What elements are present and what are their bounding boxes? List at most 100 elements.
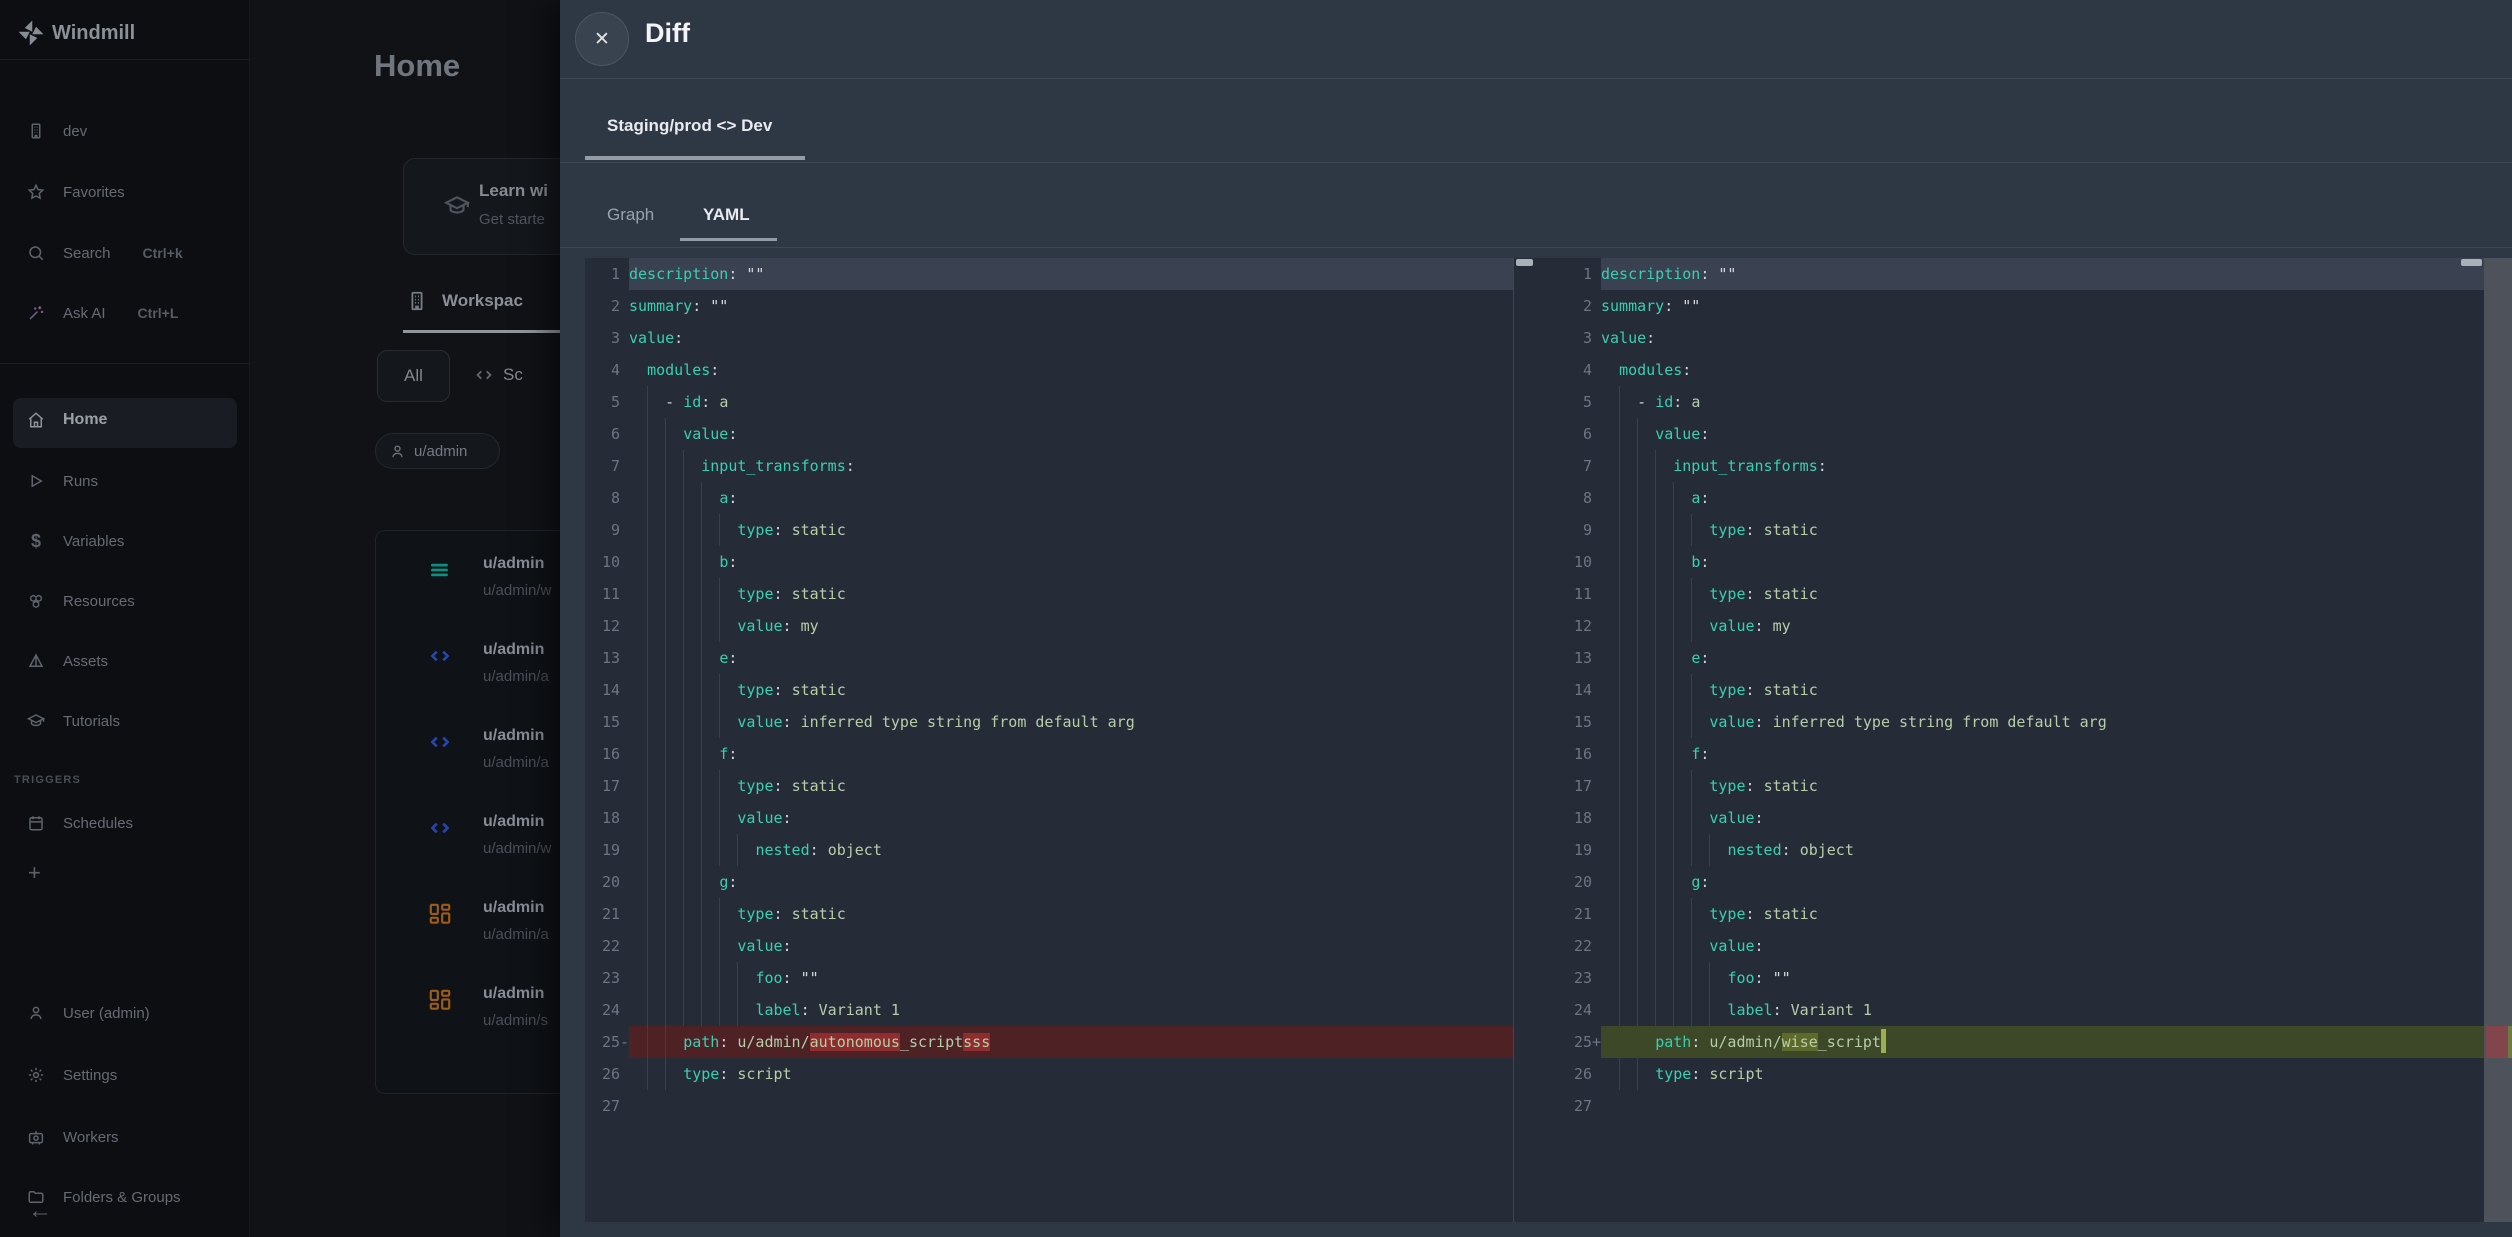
indent-guide bbox=[1637, 578, 1638, 610]
diff-pane-original[interactable]: 1description: ""2summary: ""3value:4 mod… bbox=[585, 258, 1513, 1222]
indent-guide bbox=[737, 962, 738, 994]
list-item-app[interactable]: u/adminu/admin/s bbox=[376, 971, 566, 1057]
line-number: 24 bbox=[585, 994, 629, 1026]
indent-guide bbox=[665, 546, 666, 578]
brand[interactable]: Windmill bbox=[16, 18, 135, 48]
calendar-icon bbox=[27, 814, 45, 832]
code-line: 13 e: bbox=[1535, 642, 2484, 674]
sidebar-item-user[interactable]: User (admin) bbox=[27, 1000, 150, 1026]
tab-workspace[interactable]: Workspac bbox=[406, 290, 523, 312]
indent-guide bbox=[701, 642, 702, 674]
sidebar-item-label: Search bbox=[63, 245, 111, 262]
indent-guide bbox=[1673, 546, 1674, 578]
indent-guide bbox=[701, 514, 702, 546]
deleted-line-marker bbox=[2486, 1026, 2508, 1058]
indent-guide bbox=[647, 386, 648, 418]
line-number: 9 bbox=[1535, 514, 1601, 546]
tab-yaml[interactable]: YAML bbox=[703, 205, 750, 225]
indent-guide bbox=[701, 770, 702, 802]
item-path: u/admin/a bbox=[483, 754, 549, 771]
line-number: 25+ bbox=[1535, 1026, 1601, 1058]
code-line: 25- path: u/admin/autonomous_scriptsss bbox=[585, 1026, 1513, 1058]
user-icon bbox=[27, 1004, 45, 1022]
indent-guide bbox=[1637, 770, 1638, 802]
play-icon bbox=[27, 472, 45, 490]
add-trigger-button[interactable]: + bbox=[28, 862, 41, 884]
indent-guide bbox=[1637, 962, 1638, 994]
line-number: 6 bbox=[585, 418, 629, 450]
code-line: 5 - id: a bbox=[585, 386, 1513, 418]
script-icon bbox=[427, 729, 453, 755]
indent-guide bbox=[647, 674, 648, 706]
collapse-sidebar-button[interactable]: ← bbox=[28, 1200, 52, 1222]
indent-guide bbox=[1691, 898, 1692, 930]
flow-icon bbox=[427, 557, 453, 583]
sidebar-item-schedules[interactable]: Schedules bbox=[27, 810, 133, 836]
indent-guide bbox=[701, 738, 702, 770]
indent-guide bbox=[1655, 770, 1656, 802]
sidebar-item-resources[interactable]: Resources bbox=[27, 588, 135, 614]
indent-guide bbox=[1619, 866, 1620, 898]
code-line: 13 e: bbox=[585, 642, 1513, 674]
indent-guide bbox=[1637, 546, 1638, 578]
line-number: 14 bbox=[585, 674, 629, 706]
sidebar-item-home[interactable]: Home bbox=[13, 398, 237, 448]
yaml-diff-editor: 1description: ""2summary: ""3value:4 mod… bbox=[560, 258, 2512, 1222]
line-number: 10 bbox=[585, 546, 629, 578]
sidebar-item-assets[interactable]: Assets bbox=[27, 648, 108, 674]
indent-guide bbox=[1673, 610, 1674, 642]
code-line: 1description: "" bbox=[585, 258, 1513, 290]
list-item-flow[interactable]: u/adminu/admin/w bbox=[376, 541, 566, 627]
tab-graph[interactable]: Graph bbox=[607, 205, 654, 225]
tab-staging-prod-dev[interactable]: Staging/prod <> Dev bbox=[607, 116, 772, 136]
sidebar-item-tutorials[interactable]: Tutorials bbox=[27, 708, 120, 734]
gear-icon bbox=[27, 1066, 45, 1084]
sidebar-item-workers[interactable]: Workers bbox=[27, 1124, 119, 1150]
scrollbar-thumb[interactable] bbox=[2461, 259, 2482, 266]
list-item-script[interactable]: u/adminu/admin/a bbox=[376, 627, 566, 713]
indent-guide bbox=[1637, 898, 1638, 930]
indent-guide bbox=[647, 898, 648, 930]
indent-guide bbox=[701, 706, 702, 738]
list-item-script[interactable]: u/adminu/admin/w bbox=[376, 799, 566, 885]
indent-guide bbox=[719, 994, 720, 1026]
indent-guide bbox=[1637, 450, 1638, 482]
indent-guide bbox=[1637, 1026, 1638, 1058]
indent-guide bbox=[683, 450, 684, 482]
line-number: 7 bbox=[1535, 450, 1601, 482]
code-line: 12 value: my bbox=[1535, 610, 2484, 642]
sidebar-item-ask-ai[interactable]: Ask AI Ctrl+L bbox=[27, 300, 178, 326]
indent-guide bbox=[647, 514, 648, 546]
owner-filter-chip[interactable]: u/admin bbox=[375, 433, 500, 469]
indent-guide bbox=[1673, 514, 1674, 546]
sidebar-item-runs[interactable]: Runs bbox=[27, 468, 98, 494]
filter-scripts-button[interactable]: Sc bbox=[473, 364, 523, 386]
shortcut-badge: Ctrl+L bbox=[138, 305, 179, 321]
sidebar-item-search[interactable]: Search Ctrl+k bbox=[27, 240, 183, 266]
list-item-script[interactable]: u/adminu/admin/a bbox=[376, 713, 566, 799]
close-button[interactable]: ✕ bbox=[575, 12, 629, 66]
scrollbar-thumb[interactable] bbox=[1516, 259, 1533, 266]
sidebar-item-favorites[interactable]: Favorites bbox=[27, 179, 125, 205]
code-line: 7 input_transforms: bbox=[585, 450, 1513, 482]
line-number: 7 bbox=[585, 450, 629, 482]
sidebar-item-settings[interactable]: Settings bbox=[27, 1062, 117, 1088]
tab-label: Workspac bbox=[442, 291, 523, 311]
indent-guide bbox=[701, 546, 702, 578]
indent-guide bbox=[701, 578, 702, 610]
code-line: 25+ path: u/admin/wise_script bbox=[1535, 1026, 2484, 1058]
sidebar-item-workspace[interactable]: dev bbox=[27, 118, 87, 144]
filter-all-button[interactable]: All bbox=[377, 350, 450, 402]
code-line: 23 foo: "" bbox=[585, 962, 1513, 994]
sidebar-item-variables[interactable]: $ Variables bbox=[27, 528, 124, 554]
diff-pane-modified[interactable]: 1description: ""2summary: ""3value:4 mod… bbox=[1535, 258, 2484, 1222]
indent-guide bbox=[1637, 802, 1638, 834]
code-line: 11 type: static bbox=[585, 578, 1513, 610]
indent-guide bbox=[701, 802, 702, 834]
sidebar-item-label: Workers bbox=[63, 1129, 119, 1146]
indent-guide bbox=[1655, 546, 1656, 578]
overview-ruler[interactable] bbox=[2484, 258, 2512, 1222]
indent-guide bbox=[1637, 674, 1638, 706]
indent-guide bbox=[1655, 514, 1656, 546]
list-item-app[interactable]: u/adminu/admin/a bbox=[376, 885, 566, 971]
